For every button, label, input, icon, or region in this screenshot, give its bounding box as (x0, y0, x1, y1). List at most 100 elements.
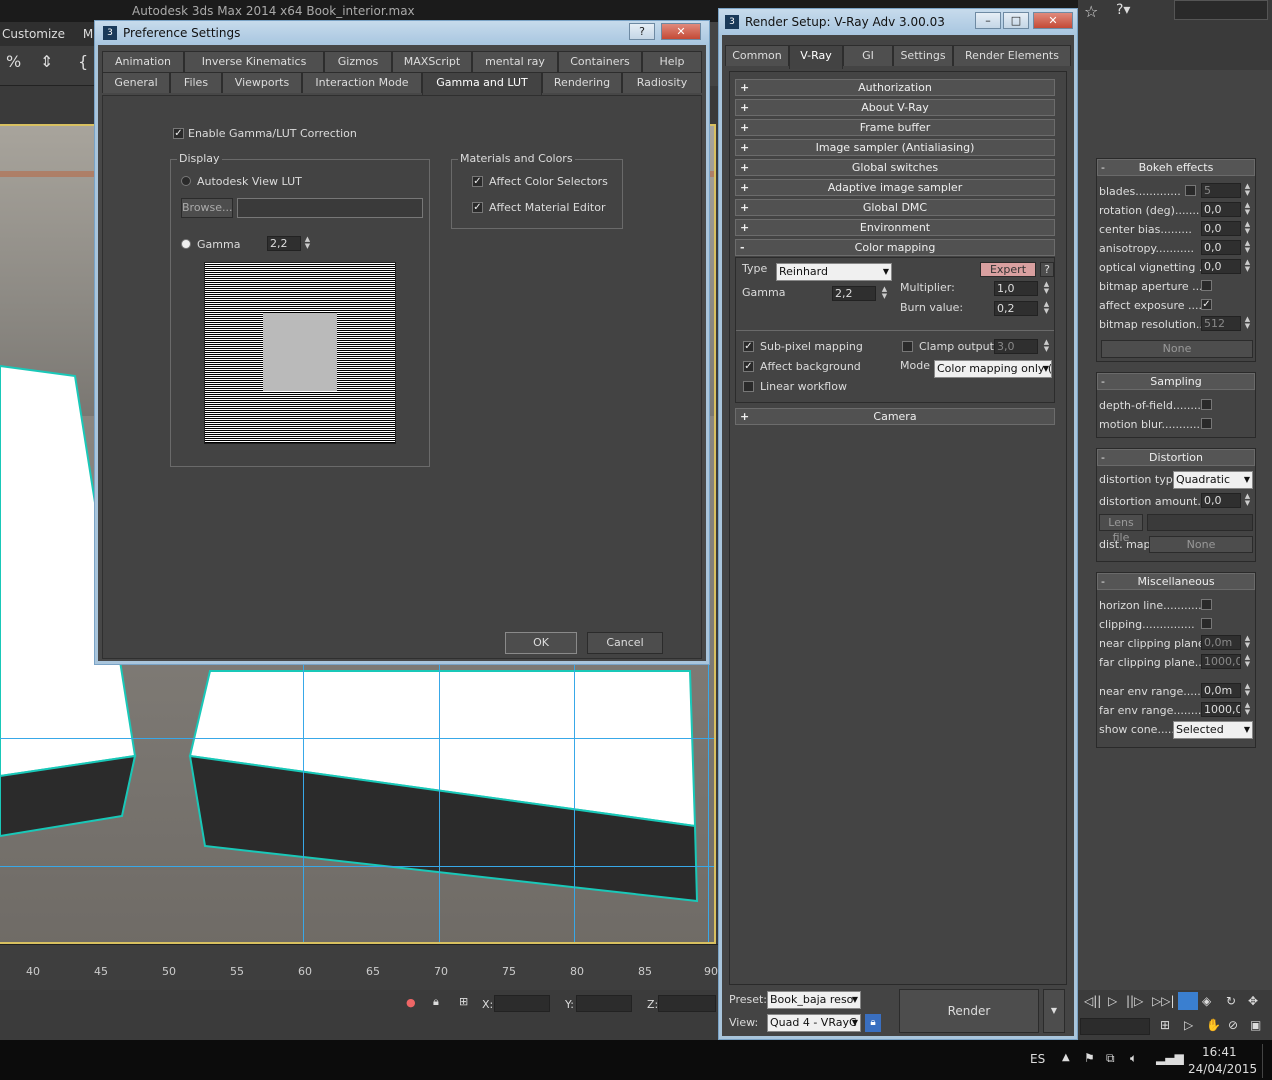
blades-field[interactable]: 5 (1201, 183, 1241, 198)
optical-vignetting-field[interactable]: 0,0 (1201, 259, 1241, 274)
browse-button[interactable]: Browse... (181, 198, 233, 218)
cm-help-button[interactable]: ? (1040, 262, 1054, 277)
timeline-ruler[interactable]: 40 45 50 55 60 65 70 75 80 85 90 (0, 944, 720, 990)
pin-icon[interactable]: ● (406, 996, 416, 1009)
view-dropdown[interactable]: Quad 4 - VRayC ▼ (767, 1014, 861, 1032)
z-coordinate-field[interactable] (658, 995, 716, 1012)
tab-inverse-kinematics[interactable]: Inverse Kinematics (184, 51, 324, 72)
spinner-icon[interactable]: ▲ ▼ (1042, 339, 1051, 354)
rollout-adaptive-image-sampler[interactable]: + Adaptive image sampler (735, 179, 1055, 196)
rollout-about-vray[interactable]: + About V-Ray (735, 99, 1055, 116)
percent-snap-icon[interactable]: % (6, 52, 21, 71)
burn-value-field[interactable]: 0,2 (994, 301, 1038, 316)
lock-icon[interactable]: 🔒︎ (433, 995, 439, 1009)
current-frame-field[interactable] (1080, 1018, 1150, 1035)
pan-icon[interactable]: ✥ (1248, 994, 1258, 1008)
spinner-icon[interactable]: ▲ ▼ (1243, 683, 1252, 698)
x-coordinate-field[interactable] (494, 995, 550, 1012)
minimize-icon[interactable]: – (975, 12, 1001, 29)
affect-color-selectors-checkbox[interactable]: ✓ (472, 176, 483, 187)
goto-end-icon[interactable]: ▷▷| (1152, 994, 1175, 1008)
distortion-header[interactable]: - Distortion (1097, 449, 1255, 466)
close-icon[interactable]: ✕ (661, 23, 701, 40)
tab-gizmos[interactable]: Gizmos (324, 51, 392, 72)
maximize-icon[interactable]: □ (1003, 12, 1029, 29)
near-env-field[interactable]: 0,0m (1201, 683, 1241, 698)
render-options-dropdown[interactable]: ▼ (1043, 989, 1065, 1033)
field-of-view-icon[interactable]: ▷ (1184, 1018, 1193, 1032)
enable-gamma-checkbox[interactable]: ✓ (173, 128, 184, 139)
linear-workflow-checkbox[interactable] (743, 381, 754, 392)
play-icon[interactable]: ▷ (1108, 994, 1117, 1008)
rollout-global-dmc[interactable]: + Global DMC (735, 199, 1055, 216)
rollout-camera[interactable]: + Camera (735, 408, 1055, 425)
horizon-line-checkbox[interactable] (1201, 599, 1212, 610)
spinner-icon[interactable]: ▲ ▼ (1243, 221, 1252, 236)
motion-blur-checkbox[interactable] (1201, 418, 1212, 429)
anisotropy-field[interactable]: 0,0 (1201, 240, 1241, 255)
help-icon[interactable]: ?▾ (1116, 2, 1130, 18)
affect-material-editor-checkbox[interactable]: ✓ (472, 202, 483, 213)
far-env-field[interactable]: 1000,0 (1201, 702, 1241, 717)
help-icon[interactable]: ? (629, 23, 655, 40)
tab-mental-ray[interactable]: mental ray (472, 51, 558, 72)
spinner-icon[interactable]: ▲ ▼ (1243, 702, 1252, 717)
spinner-icon[interactable]: ▲ ▼ (1243, 202, 1252, 217)
lock-view-icon[interactable]: 🔒︎ (865, 1014, 881, 1032)
mode-dropdown[interactable]: Color mapping only (▼ (934, 360, 1052, 378)
dist-map-button[interactable]: None (1149, 536, 1253, 553)
tab-settings[interactable]: Settings (893, 45, 953, 66)
signal-icon[interactable]: ▂▄▆ (1156, 1051, 1184, 1065)
far-clipping-field[interactable]: 1000,0 (1201, 654, 1241, 669)
render-button[interactable]: Render (899, 989, 1039, 1033)
gamma-field[interactable]: 2,2 (267, 236, 301, 251)
cm-type-dropdown[interactable]: Reinhard ▼ (776, 263, 892, 281)
spinner-icon[interactable]: ▲ ▼ (1243, 259, 1252, 274)
volume-icon[interactable]: 🔈︎ (1130, 1051, 1137, 1066)
center-bias-field[interactable]: 0,0 (1201, 221, 1241, 236)
spinner-icon[interactable]: ▲ ▼ (1042, 281, 1051, 296)
action-center-icon[interactable]: ⚑ (1084, 1051, 1095, 1065)
tab-animation[interactable]: Animation (102, 51, 184, 72)
hand-pan-icon[interactable]: ✋ (1206, 1018, 1221, 1032)
clock-date[interactable]: 24/04/2015 (1188, 1062, 1257, 1076)
lens-file-field[interactable] (1147, 514, 1253, 531)
menu-customize[interactable]: Customize (2, 27, 65, 41)
tab-maxscript[interactable]: MAXScript (392, 51, 472, 72)
bokeh-map-button[interactable]: None (1101, 340, 1253, 358)
tab-radiosity[interactable]: Radiosity (622, 72, 702, 93)
affect-background-checkbox[interactable]: ✓ (743, 361, 754, 372)
subpixel-checkbox[interactable]: ✓ (743, 341, 754, 352)
bokeh-header[interactable]: - Bokeh effects (1097, 159, 1255, 176)
tab-general[interactable]: General (102, 72, 170, 93)
cancel-button[interactable]: Cancel (587, 632, 663, 654)
distortion-type-dropdown[interactable]: Quadratic ▼ (1173, 471, 1253, 489)
next-frame-icon[interactable]: ||▷ (1126, 994, 1143, 1008)
tab-common[interactable]: Common (725, 45, 789, 66)
tab-vray[interactable]: V-Ray (789, 45, 843, 69)
prev-frame-icon[interactable]: ◁|| (1084, 994, 1101, 1008)
cm-gamma-field[interactable]: 2,2 (832, 286, 876, 301)
blades-checkbox[interactable] (1185, 185, 1196, 196)
ok-button[interactable]: OK (505, 632, 577, 654)
tab-viewports[interactable]: Viewports (222, 72, 302, 93)
rollout-authorization[interactable]: + Authorization (735, 79, 1055, 96)
language-indicator[interactable]: ES (1030, 1052, 1045, 1066)
view-cube-icon[interactable]: ◈ (1202, 994, 1211, 1008)
tab-rendering[interactable]: Rendering (542, 72, 622, 93)
maximize-viewport-icon[interactable]: ▣ (1250, 1018, 1261, 1032)
spinner-icon[interactable]: ▲ ▼ (1042, 301, 1051, 316)
lut-path-field[interactable] (237, 198, 423, 218)
clock-time[interactable]: 16:41 (1202, 1045, 1237, 1059)
close-icon[interactable]: ✕ (1033, 12, 1073, 29)
tab-interaction-mode[interactable]: Interaction Mode (302, 72, 422, 93)
spinner-icon[interactable]: ▲ ▼ (1243, 493, 1252, 508)
clamp-value-field[interactable]: 3,0 (994, 339, 1038, 354)
bitmap-resolution-field[interactable]: 512 (1201, 316, 1241, 331)
rollout-environment[interactable]: + Environment (735, 219, 1055, 236)
multiplier-field[interactable]: 1,0 (994, 281, 1038, 296)
dof-checkbox[interactable] (1201, 399, 1212, 410)
clipping-checkbox[interactable] (1201, 618, 1212, 629)
walk-through-icon[interactable]: ⊘ (1228, 1018, 1238, 1032)
time-config-icon[interactable]: ⊞ (1160, 1018, 1170, 1032)
